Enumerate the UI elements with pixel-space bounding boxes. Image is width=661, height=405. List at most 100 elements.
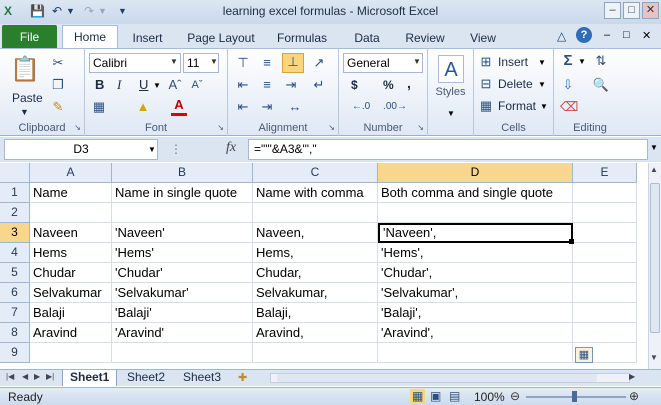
- row-header-2[interactable]: 2: [0, 203, 30, 223]
- prev-sheet-icon[interactable]: ◀: [22, 372, 28, 381]
- cell-e2[interactable]: [573, 203, 637, 223]
- merge-center-icon[interactable]: ↔: [282, 99, 308, 115]
- cell-e5[interactable]: [573, 263, 637, 283]
- autosum-dropdown-icon[interactable]: ▼: [578, 57, 586, 66]
- cell-a3[interactable]: Naveen: [30, 223, 112, 243]
- cell-d9[interactable]: [378, 343, 573, 363]
- copy-icon[interactable]: ❐: [50, 77, 66, 93]
- increase-indent-icon[interactable]: ⇥: [258, 99, 276, 115]
- next-sheet-icon[interactable]: ▶: [34, 372, 40, 381]
- tab-file[interactable]: File: [2, 25, 57, 49]
- cell-c6[interactable]: Selvakumar,: [253, 283, 378, 303]
- cell-d6[interactable]: 'Selvakumar',: [378, 283, 573, 303]
- number-launcher-icon[interactable]: ↘: [417, 123, 424, 132]
- tab-view[interactable]: View: [462, 28, 504, 49]
- delete-button[interactable]: Delete: [498, 76, 533, 92]
- cell-b9[interactable]: [112, 343, 253, 363]
- column-header-a[interactable]: A: [30, 163, 112, 183]
- cell-d1[interactable]: Both comma and single quote: [378, 183, 573, 203]
- page-layout-view-icon[interactable]: ▣: [430, 389, 441, 403]
- cell-e7[interactable]: [573, 303, 637, 323]
- font-size-dropdown-icon[interactable]: ▼: [210, 57, 218, 66]
- decrease-decimal-icon[interactable]: .00→: [383, 99, 407, 115]
- delete-cells-icon[interactable]: ⊟: [478, 76, 494, 92]
- cell-b7[interactable]: 'Balaji': [112, 303, 253, 323]
- font-launcher-icon[interactable]: ↘: [217, 123, 224, 132]
- tab-insert[interactable]: Insert: [125, 28, 170, 49]
- bold-button[interactable]: B: [95, 77, 104, 93]
- cell-a1[interactable]: Name: [30, 183, 112, 203]
- fill-icon[interactable]: ⇩: [560, 77, 576, 93]
- row-header-8[interactable]: 8: [0, 323, 30, 343]
- insert-function-icon[interactable]: fx: [226, 140, 236, 156]
- vertical-scrollbar[interactable]: ▲ ▼: [648, 163, 661, 369]
- align-center-icon[interactable]: ≡: [258, 77, 276, 93]
- cell-e6[interactable]: [573, 283, 637, 303]
- number-format-dropdown-icon[interactable]: ▼: [413, 57, 421, 66]
- insert-dropdown-icon[interactable]: ▼: [538, 58, 546, 67]
- sheet-tab-sheet3[interactable]: Sheet3: [176, 370, 228, 386]
- zoom-slider-thumb[interactable]: [572, 391, 577, 402]
- cell-c8[interactable]: Aravind,: [253, 323, 378, 343]
- font-grow-icon[interactable]: Aˆ: [167, 77, 183, 93]
- cell-e4[interactable]: [573, 243, 637, 263]
- percent-button[interactable]: %: [383, 77, 394, 93]
- cell-e3[interactable]: [573, 223, 637, 243]
- row-header-9[interactable]: 9: [0, 343, 30, 363]
- cell-a4[interactable]: Hems: [30, 243, 112, 263]
- paste-icon[interactable]: 📋: [10, 55, 40, 85]
- cell-b6[interactable]: 'Selvakumar': [112, 283, 253, 303]
- cell-d3[interactable]: 'Naveen',: [378, 223, 573, 243]
- horizontal-scroll-thumb[interactable]: [277, 374, 597, 382]
- format-button[interactable]: Format: [498, 98, 536, 114]
- cell-a2[interactable]: [30, 203, 112, 223]
- insert-button[interactable]: Insert: [498, 54, 528, 70]
- normal-view-icon[interactable]: ▦: [410, 389, 426, 403]
- align-left-icon[interactable]: ⇤: [234, 77, 252, 93]
- font-color-icon[interactable]: A: [171, 97, 187, 116]
- cell-b5[interactable]: 'Chudar': [112, 263, 253, 283]
- minimize-icon[interactable]: –: [604, 2, 621, 19]
- help-icon[interactable]: ?: [576, 27, 592, 43]
- styles-icon[interactable]: A: [438, 55, 464, 83]
- delete-dropdown-icon[interactable]: ▼: [538, 80, 546, 89]
- cut-icon[interactable]: ✂: [50, 55, 66, 71]
- font-name-select[interactable]: Calibri: [89, 53, 181, 73]
- vertical-scroll-thumb[interactable]: [650, 183, 660, 333]
- cell-a5[interactable]: Chudar: [30, 263, 112, 283]
- fill-handle[interactable]: [569, 239, 574, 244]
- middle-align-icon[interactable]: ≡: [258, 55, 276, 71]
- format-cells-icon[interactable]: ▦: [478, 98, 494, 114]
- comma-button[interactable]: ,: [407, 75, 411, 91]
- insert-worksheet-icon[interactable]: ✚: [238, 371, 247, 384]
- bottom-align-icon[interactable]: ⊥: [282, 53, 304, 73]
- font-shrink-icon[interactable]: Aˇ: [189, 77, 205, 93]
- cell-a7[interactable]: Balaji: [30, 303, 112, 323]
- cell-c4[interactable]: Hems,: [253, 243, 378, 263]
- format-painter-icon[interactable]: ✎: [50, 99, 66, 115]
- paste-dropdown-icon[interactable]: ▼: [20, 104, 29, 120]
- sheet-tab-sheet1[interactable]: Sheet1: [62, 370, 118, 386]
- tab-home[interactable]: Home: [62, 25, 118, 50]
- cell-d5[interactable]: 'Chudar',: [378, 263, 573, 283]
- borders-icon[interactable]: ▦: [91, 99, 107, 115]
- tab-data[interactable]: Data: [345, 28, 389, 49]
- cell-c2[interactable]: [253, 203, 378, 223]
- row-header-4[interactable]: 4: [0, 243, 30, 263]
- workbook-minimize-icon[interactable]: –: [604, 29, 610, 41]
- align-right-icon[interactable]: ⇥: [282, 77, 300, 93]
- clear-icon[interactable]: ⌫: [560, 99, 578, 115]
- cell-b1[interactable]: Name in single quote: [112, 183, 253, 203]
- cell-a9[interactable]: [30, 343, 112, 363]
- formula-expand-icon[interactable]: ▼: [650, 143, 658, 152]
- underline-dropdown-icon[interactable]: ▼: [153, 81, 161, 90]
- last-sheet-icon[interactable]: ▶|: [46, 372, 54, 381]
- sheet-tab-sheet2[interactable]: Sheet2: [120, 370, 172, 386]
- scroll-down-icon[interactable]: ▼: [650, 353, 658, 362]
- cell-c5[interactable]: Chudar,: [253, 263, 378, 283]
- tab-formulas[interactable]: Formulas: [271, 28, 333, 49]
- decrease-indent-icon[interactable]: ⇤: [234, 99, 252, 115]
- scroll-up-icon[interactable]: ▲: [650, 165, 658, 174]
- horizontal-scrollbar[interactable]: [270, 373, 630, 383]
- alignment-launcher-icon[interactable]: ↘: [328, 123, 335, 132]
